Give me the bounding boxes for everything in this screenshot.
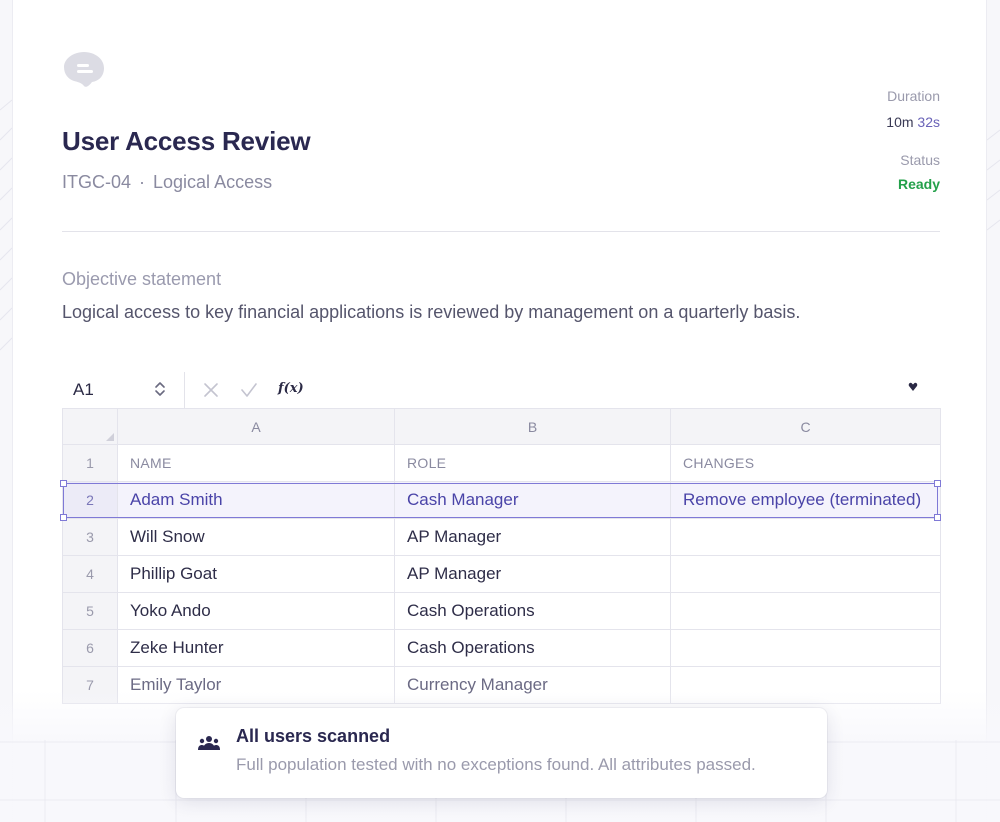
table-row: 4 Phillip Goat AP Manager (62, 555, 941, 593)
objective-text: Logical access to key financial applicat… (62, 302, 801, 322)
spreadsheet-grid: A B C 1 NAME ROLE CHANGES 2 Adam Smith C… (62, 408, 941, 704)
table-row-selected: 2 Adam Smith Cash Manager Remove employe… (62, 481, 941, 519)
cell-changes[interactable] (670, 629, 941, 667)
users-icon (198, 736, 220, 750)
cell-role[interactable]: Cash Operations (394, 592, 671, 630)
cell-name[interactable]: Will Snow (117, 518, 395, 556)
cell-role[interactable]: AP Manager (394, 555, 671, 593)
table-row: 6 Zeke Hunter Cash Operations (62, 629, 941, 667)
cell-name[interactable]: Adam Smith (117, 481, 395, 519)
chevron-up-down-icon[interactable] (154, 380, 166, 398)
dropdown-marker-icon[interactable] (908, 382, 918, 392)
subtitle-separator: · (139, 172, 146, 192)
duration-label: Duration (887, 88, 940, 104)
column-header-a[interactable]: A (117, 408, 395, 445)
duration-seconds: 32s (917, 114, 940, 130)
select-all-corner[interactable] (62, 408, 118, 445)
row-number[interactable]: 5 (62, 592, 118, 630)
duration-value: 10m 32s (886, 114, 940, 130)
row-number[interactable]: 4 (62, 555, 118, 593)
cell-changes-header[interactable]: CHANGES (670, 444, 941, 482)
duration-minutes: 10m (886, 114, 914, 130)
column-header-row: A B C (62, 408, 941, 445)
cell-changes[interactable] (670, 555, 941, 593)
cell-name[interactable]: Phillip Goat (117, 555, 395, 593)
status-label: Status (900, 152, 940, 168)
cell-changes[interactable] (670, 592, 941, 630)
formula-bar-separator (184, 372, 185, 408)
page-subtitle: ITGC-04 · Logical Access (62, 172, 272, 193)
cell-role[interactable]: Cash Manager (394, 481, 671, 519)
objective-label: Objective statement (62, 269, 222, 289)
page-title: User Access Review (62, 126, 311, 156)
cell-reference[interactable]: A1 (73, 380, 94, 400)
control-id: ITGC-04 (62, 172, 132, 192)
function-icon[interactable]: f(x) (278, 381, 304, 396)
row-number[interactable]: 3 (62, 518, 118, 556)
app-logo-icon (64, 52, 104, 87)
control-category: Logical Access (153, 172, 273, 192)
cell-changes[interactable] (670, 518, 941, 556)
row-number[interactable]: 6 (62, 629, 118, 667)
cell-name-header[interactable]: NAME (117, 444, 395, 482)
status-badge: Ready (897, 176, 940, 192)
table-row: 3 Will Snow AP Manager (62, 518, 941, 556)
toast-notification: All users scanned Full population tested… (176, 708, 827, 798)
column-header-b[interactable]: B (394, 408, 671, 445)
cell-name[interactable]: Yoko Ando (117, 592, 395, 630)
formula-bar: A1 f(x) (62, 370, 940, 408)
cell-role[interactable]: Cash Operations (394, 629, 671, 667)
toast-message: Full population tested with no exception… (236, 755, 756, 774)
confirm-check-icon[interactable] (240, 381, 258, 399)
cell-name[interactable]: Zeke Hunter (117, 629, 395, 667)
cell-role[interactable]: AP Manager (394, 518, 671, 556)
column-header-c[interactable]: C (670, 408, 941, 445)
cell-role-header[interactable]: ROLE (394, 444, 671, 482)
table-row: 1 NAME ROLE CHANGES (62, 444, 941, 482)
divider (62, 231, 940, 232)
toast-title: All users scanned (236, 726, 391, 746)
table-row: 5 Yoko Ando Cash Operations (62, 592, 941, 630)
cell-changes[interactable]: Remove employee (terminated) (670, 481, 941, 519)
row-number[interactable]: 2 (62, 481, 118, 519)
cancel-icon[interactable] (202, 381, 220, 399)
row-number[interactable]: 1 (62, 444, 118, 482)
